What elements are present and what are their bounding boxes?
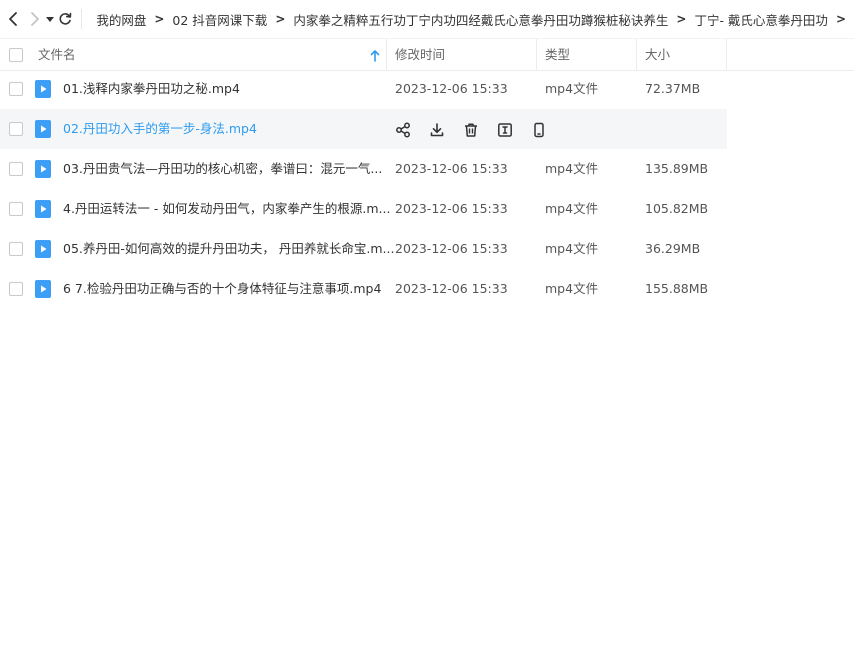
- refresh-icon: [59, 12, 72, 25]
- file-size: 36.29MB: [645, 241, 701, 256]
- file-type: mp4文件: [545, 161, 599, 176]
- video-file-icon: [35, 200, 51, 218]
- file-row[interactable]: 4.丹田运转法一 - 如何发动丹田气，内家拳产生的根源.m... 2023-12…: [0, 189, 727, 229]
- column-divider[interactable]: [386, 39, 387, 70]
- column-divider[interactable]: [636, 39, 637, 70]
- history-dropdown-button[interactable]: [45, 0, 57, 38]
- sort-ascending-icon[interactable]: [370, 39, 380, 70]
- file-row[interactable]: 02.丹田功入手的第一步-身法.mp4: [0, 109, 727, 149]
- file-modified: 2023-12-06 15:33: [395, 201, 508, 216]
- file-size: 155.88MB: [645, 281, 709, 296]
- file-name[interactable]: 02.丹田功入手的第一步-身法.mp4: [63, 109, 257, 149]
- video-file-icon: [35, 240, 51, 258]
- file-row[interactable]: 05.养丹田-如何高效的提升丹田功夫， 丹田养就长命宝.m... 2023-12…: [0, 229, 727, 269]
- row-checkbox[interactable]: [9, 162, 23, 176]
- column-header-type[interactable]: 类型: [545, 39, 570, 70]
- delete-icon[interactable]: [462, 121, 480, 139]
- file-type: mp4文件: [545, 281, 599, 296]
- back-button[interactable]: [0, 0, 26, 38]
- file-name[interactable]: 4.丹田运转法一 - 如何发动丹田气，内家拳产生的根源.m...: [63, 189, 390, 229]
- file-modified: 2023-12-06 15:33: [395, 161, 508, 176]
- column-divider[interactable]: [726, 39, 727, 70]
- video-file-icon: [35, 280, 51, 298]
- rename-icon[interactable]: [496, 121, 514, 139]
- file-type: mp4文件: [545, 201, 599, 216]
- row-checkbox[interactable]: [9, 122, 23, 136]
- breadcrumb-separator-icon: >: [835, 12, 846, 26]
- chevron-right-icon: [31, 12, 40, 26]
- column-header-size[interactable]: 大小: [645, 39, 670, 70]
- column-header-name[interactable]: 文件名: [38, 39, 76, 70]
- file-size: 72.37MB: [645, 81, 701, 96]
- file-modified: 2023-12-06 15:33: [395, 241, 508, 256]
- breadcrumb-item[interactable]: 内家拳之精粹五行功丁宁内功四经戴氏心意拳丹田功蹲猴桩秘诀养生: [293, 10, 668, 29]
- row-checkbox[interactable]: [9, 242, 23, 256]
- file-modified: 2023-12-06 15:33: [395, 281, 508, 296]
- column-divider[interactable]: [536, 39, 537, 70]
- breadcrumb-item[interactable]: 我的网盘: [96, 10, 146, 29]
- breadcrumb-item[interactable]: 02 抖音网课下载: [172, 10, 267, 29]
- video-file-icon: [35, 160, 51, 178]
- caret-down-icon: [46, 17, 55, 22]
- file-row[interactable]: 03.丹田贵气法—丹田功的核心机密，拳谱曰：混元一气... 2023-12-06…: [0, 149, 727, 189]
- select-all-checkbox[interactable]: [9, 48, 23, 62]
- file-type: mp4文件: [545, 81, 599, 96]
- file-name[interactable]: 01.浅释内家拳丹田功之秘.mp4: [63, 69, 240, 109]
- column-header-modified[interactable]: 修改时间: [395, 39, 445, 70]
- chevron-left-icon: [9, 12, 17, 26]
- breadcrumb-separator-icon: >: [275, 12, 286, 26]
- row-actions: [394, 121, 564, 139]
- download-icon[interactable]: [428, 121, 446, 139]
- file-size: 135.89MB: [645, 161, 709, 176]
- breadcrumb: 我的网盘 > 02 抖音网课下载 > 内家拳之精粹五行功丁宁内功四经戴氏心意拳丹…: [81, 9, 854, 29]
- refresh-button[interactable]: [56, 0, 73, 38]
- file-row[interactable]: 6 7.检验丹田功正确与否的十个身体特征与注意事项.mp4 2023-12-06…: [0, 269, 727, 309]
- row-checkbox[interactable]: [9, 82, 23, 96]
- file-row[interactable]: 01.浅释内家拳丹田功之秘.mp4 2023-12-06 15:33 mp4文件…: [0, 69, 727, 109]
- row-checkbox[interactable]: [9, 282, 23, 296]
- file-list-header: 文件名 修改时间 类型 大小: [0, 38, 854, 71]
- file-size: 105.82MB: [645, 201, 709, 216]
- file-modified: 2023-12-06 15:33: [395, 81, 508, 96]
- file-type: mp4文件: [545, 241, 599, 256]
- navigation-toolbar: 我的网盘 > 02 抖音网课下载 > 内家拳之精粹五行功丁宁内功四经戴氏心意拳丹…: [0, 0, 854, 38]
- breadcrumb-separator-icon: >: [154, 12, 165, 26]
- file-name[interactable]: 05.养丹田-如何高效的提升丹田功夫， 丹田养就长命宝.m...: [63, 229, 394, 269]
- row-checkbox[interactable]: [9, 202, 23, 216]
- breadcrumb-item[interactable]: 丁宁- 戴氏心意拳丹田功: [694, 10, 827, 29]
- file-name[interactable]: 03.丹田贵气法—丹田功的核心机密，拳谱曰：混元一气...: [63, 149, 382, 189]
- file-name[interactable]: 6 7.检验丹田功正确与否的十个身体特征与注意事项.mp4: [63, 269, 381, 309]
- forward-button[interactable]: [26, 0, 45, 38]
- video-file-icon: [35, 120, 51, 138]
- breadcrumb-separator-icon: >: [676, 12, 687, 26]
- phone-icon[interactable]: [530, 121, 548, 139]
- share-icon[interactable]: [394, 121, 412, 139]
- video-file-icon: [35, 80, 51, 98]
